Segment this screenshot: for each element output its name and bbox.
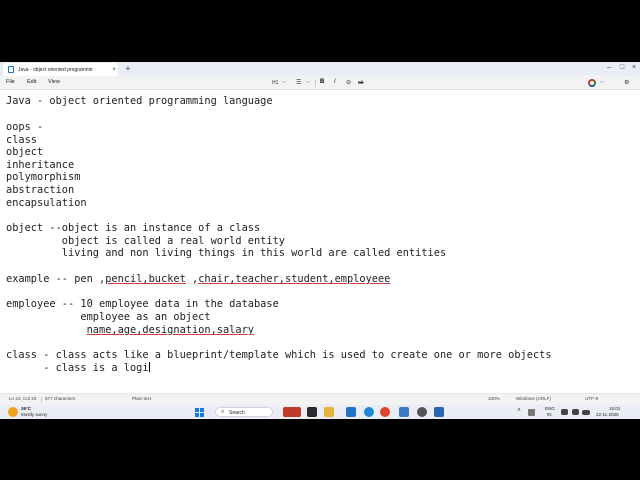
misspelled-word: pencil,bucket <box>105 273 186 285</box>
text-line: object --object is an instance of a clas… <box>6 222 261 234</box>
file-explorer-icon[interactable] <box>324 407 334 417</box>
windows-start-icon[interactable] <box>195 408 204 417</box>
text-line: employee as an object <box>6 311 211 323</box>
weather-sun-icon[interactable] <box>8 407 18 417</box>
text-line: class - class acts like a blueprint/temp… <box>6 349 552 361</box>
text-line: class <box>6 134 37 146</box>
bold-button[interactable]: B <box>320 79 324 85</box>
edge-browser-icon[interactable] <box>364 407 374 417</box>
zoom-level[interactable]: 100% <box>488 396 500 401</box>
text-line: name,age,designation,salary <box>6 324 254 336</box>
text-segment: example -- pen , <box>6 273 106 285</box>
heading-select[interactable]: H1 <box>272 80 278 86</box>
new-tab-button[interactable]: + <box>123 64 133 73</box>
text-line: Java - object oriented programming langu… <box>6 95 273 107</box>
text-segment: - class is a logi <box>6 362 149 374</box>
search-icon: ⌕ <box>221 409 225 415</box>
weather-description[interactable]: Mostly sunny <box>21 412 47 417</box>
chevron-down-icon[interactable]: ⌵ <box>282 79 286 85</box>
clock-time[interactable]: 15:01 <box>609 406 620 411</box>
text-line: living and non living things in this wor… <box>6 247 447 259</box>
clock-date[interactable]: 22-11-2025 <box>596 412 619 417</box>
chevron-up-icon[interactable]: ˄ <box>515 408 523 414</box>
close-button[interactable]: × <box>629 64 639 71</box>
link-icon[interactable]: ⊖ <box>346 79 351 86</box>
text-line: abstraction <box>6 184 75 196</box>
search-label: Search <box>229 410 245 416</box>
chrome-browser-icon[interactable] <box>380 407 390 417</box>
italic-button[interactable]: I <box>334 79 336 85</box>
battery-icon[interactable] <box>582 410 590 415</box>
outlook-icon[interactable] <box>399 407 409 417</box>
store-icon[interactable] <box>346 407 356 417</box>
text-format[interactable]: Plain text <box>132 396 151 401</box>
tab-close-icon[interactable]: × <box>110 67 118 73</box>
list-icon[interactable]: ☰ <box>296 79 301 86</box>
text-segment: , <box>185 273 199 285</box>
notepad-icon <box>8 66 14 73</box>
gear-icon[interactable]: ⚙ <box>624 79 629 86</box>
language-code[interactable]: ENG <box>545 406 555 411</box>
tab-title: Java - object oriented programmir <box>18 66 93 73</box>
text-line: inheritance <box>6 159 75 171</box>
character-count: 577 characters <box>45 396 76 401</box>
misspelled-word: name,age,designation,salary <box>86 324 254 336</box>
text-caret <box>148 362 150 372</box>
app-badge-icon[interactable] <box>283 407 301 417</box>
cursor-position[interactable]: Ln 22, Col 23 <box>9 396 36 401</box>
menu-view[interactable]: View <box>48 79 60 85</box>
text-line: object <box>6 146 44 158</box>
weather-temperature[interactable]: 26°C <box>21 406 31 411</box>
text-editor[interactable]: Java - object oriented programming langu… <box>0 90 640 393</box>
volume-icon[interactable] <box>572 409 579 415</box>
text-line: oops - <box>6 121 44 133</box>
text-line: example -- pen ,pencil,bucket ,chair,tea… <box>6 273 390 285</box>
taskbar-search[interactable]: ⌕ Search <box>215 407 273 417</box>
menu-file[interactable]: File <box>6 79 15 85</box>
text-line: polymorphism <box>6 171 81 183</box>
text-line: employee -- 10 employee data in the data… <box>6 298 279 310</box>
text-line: object is called a real world entity <box>6 235 285 247</box>
chevron-down-icon[interactable]: ⌵ <box>600 79 604 85</box>
wifi-icon[interactable] <box>561 409 568 415</box>
minimize-button[interactable]: – <box>604 64 614 71</box>
task-view-icon[interactable] <box>307 407 317 417</box>
menu-bar: File Edit View H1 ⌵ ☰ ⌵ B I ⊖ ab ⌵ ⚙ <box>0 76 640 90</box>
media-app-icon[interactable] <box>417 407 427 417</box>
taskbar: 26°C Mostly sunny ⌕ Search ˄ ENG IN 15:0… <box>0 405 640 419</box>
encoding[interactable]: UTF-8 <box>585 396 598 401</box>
cloud-icon[interactable] <box>528 409 535 416</box>
divider <box>41 397 42 403</box>
status-bar: Ln 22, Col 23 577 characters Plain text … <box>0 393 640 405</box>
title-bar: Java - object oriented programmir × + – … <box>0 62 640 76</box>
notepad-taskbar-icon[interactable] <box>434 407 444 417</box>
language-region[interactable]: IN <box>547 412 552 417</box>
misspelled-word: chair,teacher,student,employeee <box>198 273 391 285</box>
account-icon[interactable] <box>588 79 596 87</box>
document-tab[interactable]: Java - object oriented programmir × <box>3 63 118 76</box>
screen: Java - object oriented programmir × + – … <box>0 62 640 419</box>
text-line: - class is a logi <box>6 362 150 374</box>
strikethrough-button[interactable]: ab <box>358 80 364 86</box>
divider <box>315 80 316 87</box>
text-line: encapsulation <box>6 197 87 209</box>
chevron-down-icon[interactable]: ⌵ <box>306 79 310 85</box>
menu-edit[interactable]: Edit <box>27 79 36 85</box>
text-segment <box>6 324 87 336</box>
maximize-button[interactable]: □ <box>617 64 627 71</box>
line-ending[interactable]: Windows (CRLF) <box>516 396 551 401</box>
